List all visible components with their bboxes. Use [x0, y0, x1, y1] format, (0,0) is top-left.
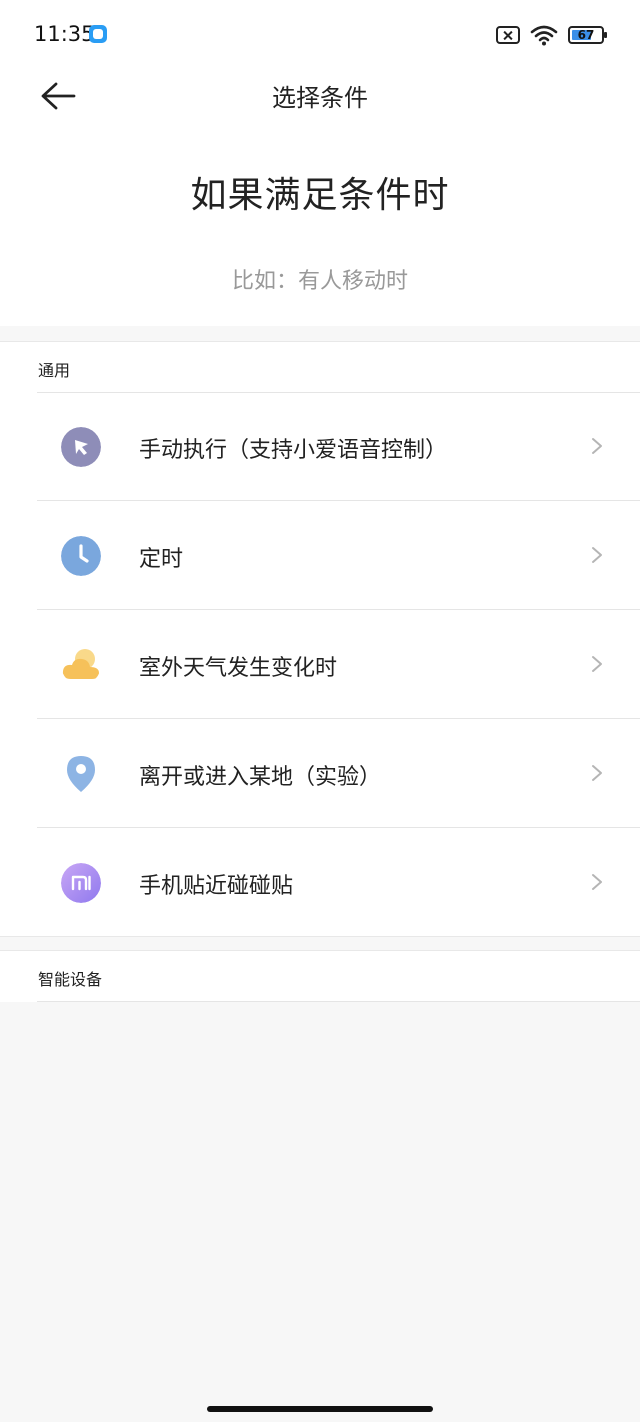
weather-icon [62, 649, 99, 679]
app-badge-icon [89, 25, 107, 43]
status-time: 11:35 [34, 22, 95, 46]
item-label: 手机贴近碰碰贴 [139, 874, 294, 899]
mi-icon [61, 863, 101, 903]
location-pin-icon [67, 756, 95, 792]
item-label: 室外天气发生变化时 [139, 656, 338, 681]
section-label-devices: 智能设备 [38, 970, 103, 989]
chevron-right-icon [592, 438, 602, 454]
list-item-weather[interactable]: 室外天气发生变化时 [0, 610, 640, 719]
section-devices: 智能设备 [0, 950, 640, 1002]
chevron-right-icon [592, 656, 602, 672]
chevron-right-icon [592, 874, 602, 890]
list-item-manual[interactable]: 手动执行（支持小爱语音控制） [0, 392, 640, 501]
chevron-right-icon [592, 547, 602, 563]
status-icons: 67 [496, 22, 607, 48]
section-label-general: 通用 [38, 361, 71, 380]
section-general: 通用 手动执行（支持小爱语音控制） 定时 室外天气发生变化时 离开或进入某地（实… [0, 341, 640, 937]
page-title: 选择条件 [272, 84, 368, 112]
pointer-icon [61, 427, 101, 467]
list-item-timer[interactable]: 定时 [0, 501, 640, 610]
item-label: 离开或进入某地（实验） [139, 765, 382, 790]
divider [37, 1001, 640, 1002]
no-sim-icon [496, 26, 520, 44]
chevron-right-icon [592, 765, 602, 781]
clock-icon [61, 536, 101, 576]
battery-icon: 67 [568, 26, 607, 44]
hero-title: 如果满足条件时 [190, 175, 450, 216]
item-label: 手动执行（支持小爱语音控制） [139, 438, 448, 463]
list-item-location[interactable]: 离开或进入某地（实验） [0, 719, 640, 828]
status-bar: 11:35 67 [0, 0, 640, 68]
home-indicator[interactable] [207, 1406, 433, 1412]
item-label: 定时 [139, 547, 184, 572]
hero-subtitle: 比如：有人移动时 [231, 269, 408, 294]
page-header: 选择条件 如果满足条件时 比如：有人移动时 [0, 68, 640, 326]
list-item-nfc-tag[interactable]: 手机贴近碰碰贴 [0, 828, 640, 937]
wifi-icon [530, 25, 558, 46]
battery-level: 67 [577, 28, 595, 42]
